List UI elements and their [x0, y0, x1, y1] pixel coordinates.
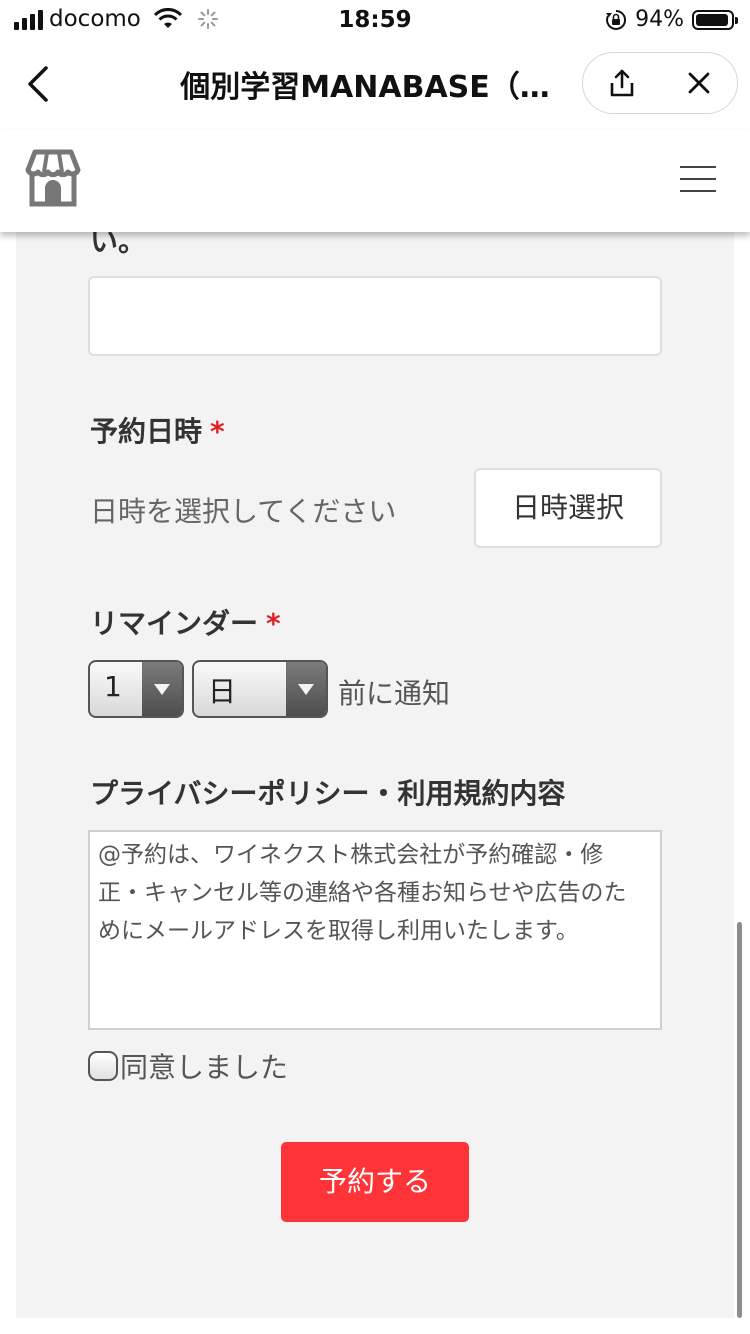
reminder-unit-select[interactable]: 日: [192, 660, 328, 718]
nav-actions: [582, 52, 738, 114]
datetime-select-button[interactable]: 日時選択: [474, 468, 662, 548]
datetime-placeholder: 日時を選択してください: [90, 495, 397, 528]
datetime-label: 予約日時 *: [90, 410, 225, 450]
close-icon[interactable]: [684, 68, 714, 98]
hamburger-menu-icon[interactable]: [680, 166, 716, 194]
battery-fill: [696, 13, 728, 26]
free-text-input[interactable]: [88, 276, 662, 356]
scrollbar[interactable]: [737, 922, 742, 1318]
policy-line: 正・キャンセル等の連絡や各種お知らせや広告のた: [98, 880, 627, 906]
reminder-unit-value: 日: [208, 675, 237, 708]
chevron-left-icon[interactable]: [22, 64, 58, 104]
policy-line: @予約は、ワイネクスト株式会社が予約確認・修: [98, 842, 604, 868]
store-icon[interactable]: [24, 148, 82, 208]
agree-checkbox[interactable]: [88, 1051, 118, 1081]
page-title: 個別学習MANABASE（…: [180, 70, 550, 105]
reminder-amount-select[interactable]: 1: [88, 660, 184, 718]
dropdown-arrow-icon: [286, 662, 326, 716]
share-icon[interactable]: [607, 68, 637, 98]
reserve-button[interactable]: 予約する: [281, 1142, 469, 1222]
datetime-label-text: 予約日時: [90, 415, 203, 448]
battery-icon: [692, 9, 738, 30]
reminder-amount-value: 1: [104, 670, 122, 703]
agree-row[interactable]: 同意しました: [88, 1046, 288, 1086]
orientation-lock-icon: [606, 9, 627, 30]
booking-form: い。 予約日時 * 日時を選択してください 日時選択 リマインダー * 1 日 前に…: [16, 225, 734, 1318]
reminder-label: リマインダー *: [90, 602, 281, 642]
status-bar: docomo 18:59 94%: [0, 0, 750, 40]
agree-label[interactable]: 同意しました: [120, 1046, 288, 1086]
reminder-suffix: 前に通知: [338, 677, 451, 710]
policy-textarea[interactable]: @予約は、ワイネクスト株式会社が予約確認・修 正・キャンセル等の連絡や各種お知ら…: [88, 830, 662, 1030]
policy-line: めにメールアドレスを取得し利用いたします。: [98, 918, 579, 944]
browser-nav-bar: 個別学習MANABASE（…: [0, 40, 750, 130]
required-mark: *: [266, 607, 281, 640]
dropdown-arrow-icon: [142, 662, 182, 716]
status-right: 94%: [605, 7, 738, 32]
required-mark: *: [210, 415, 225, 448]
policy-label: プライバシーポリシー・利用規約内容: [90, 777, 566, 810]
site-header: [0, 130, 750, 232]
battery-percent: 94%: [635, 7, 684, 32]
reminder-label-text: リマインダー: [90, 607, 259, 640]
